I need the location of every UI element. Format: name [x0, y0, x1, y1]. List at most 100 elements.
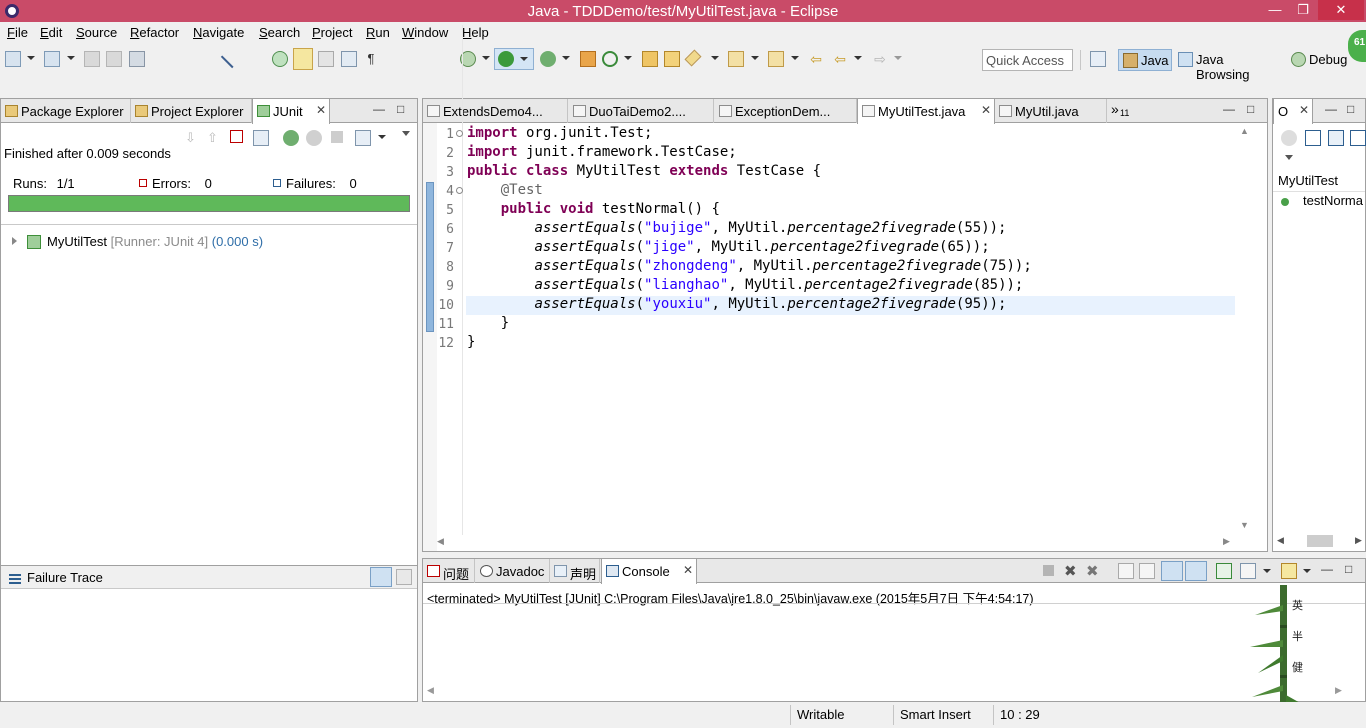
view-menu-icon[interactable]	[402, 131, 410, 136]
perspective-java-browsing[interactable]: Java Browsing	[1174, 49, 1284, 82]
remove-all-terminated-icon[interactable]: ✖	[1086, 562, 1102, 580]
menu-navigate[interactable]: Navigate	[193, 25, 244, 40]
code-line[interactable]: import org.junit.Test;	[467, 125, 652, 141]
menu-help[interactable]: Help	[462, 25, 489, 40]
outline-menu-icon[interactable]	[1285, 155, 1293, 160]
code-line[interactable]: assertEquals("bujige", MyUtil.percentage…	[467, 220, 1006, 236]
next-annotation-dropdown-icon[interactable]	[751, 56, 759, 60]
tab-myutil[interactable]: MyUtil.java	[995, 99, 1107, 123]
scroll-lock-icon[interactable]	[1139, 563, 1155, 579]
previous-failure-icon[interactable]: ⇧	[207, 130, 223, 146]
filter-stack-trace-icon[interactable]	[370, 567, 392, 587]
minimize-button[interactable]: —	[1262, 0, 1288, 20]
new-project-dropdown-icon[interactable]	[67, 56, 75, 60]
stop-test-icon[interactable]	[331, 131, 343, 143]
minimize-console-icon[interactable]: —	[1321, 562, 1333, 576]
minimize-outline-icon[interactable]: —	[1325, 102, 1337, 116]
close-button[interactable]: ✕	[1318, 0, 1364, 20]
scroll-up-icon[interactable]: ▲	[1240, 126, 1249, 136]
display-console-dropdown-icon[interactable]	[1263, 569, 1271, 573]
scroll-left-icon[interactable]: ◀	[437, 536, 444, 547]
open-console-dropdown-icon[interactable]	[1303, 569, 1311, 573]
editor-horizontal-scrollbar[interactable]: ◀ ▶	[437, 536, 1237, 550]
close-icon[interactable]: ✕	[1299, 103, 1309, 117]
remove-launch-icon[interactable]: ✖	[1064, 562, 1080, 580]
new-dropdown-icon[interactable]	[27, 56, 35, 60]
save-all-icon[interactable]	[106, 51, 122, 67]
code-line[interactable]: assertEquals("zhongdeng", MyUtil.percent…	[467, 258, 1031, 274]
perspective-debug[interactable]: Debug	[1287, 49, 1353, 71]
open-console-icon[interactable]	[1281, 563, 1297, 579]
hide-non-public-icon[interactable]	[1350, 130, 1366, 146]
test-run-history-icon[interactable]	[355, 130, 371, 146]
debug-dropdown-icon[interactable]	[482, 56, 490, 60]
scroll-down-icon[interactable]: ▼	[1240, 520, 1249, 530]
tab-junit[interactable]: JUnit ✕	[252, 99, 330, 124]
show-on-stdout-icon[interactable]	[1161, 561, 1183, 581]
prev-annotation-icon[interactable]	[768, 51, 784, 67]
tab-declaration[interactable]: 声明	[550, 559, 600, 583]
menu-file[interactable]: File	[7, 25, 28, 40]
show-failures-only-icon[interactable]	[230, 130, 243, 143]
menu-project[interactable]: Project	[312, 25, 352, 40]
outline-scroll-thumb[interactable]	[1307, 535, 1333, 547]
print-icon[interactable]	[129, 51, 145, 67]
tab-exceptiondemo[interactable]: ExceptionDem...	[715, 99, 857, 123]
more-tabs-icon[interactable]: »	[1111, 101, 1119, 117]
mark-occurrences-icon[interactable]	[293, 48, 313, 70]
tab-project-explorer[interactable]: Project Explorer	[131, 99, 252, 123]
next-annotation-icon[interactable]	[728, 51, 744, 67]
menu-search[interactable]: Search	[259, 25, 300, 40]
show-whitespace-icon[interactable]	[341, 51, 357, 67]
close-icon[interactable]: ✕	[683, 563, 693, 577]
next-failure-icon[interactable]: ⇩	[185, 130, 201, 146]
search-tool-icon[interactable]	[684, 49, 702, 67]
maximize-outline-icon[interactable]: □	[1347, 102, 1354, 116]
tab-problems[interactable]: 问题	[423, 559, 475, 583]
coverage-dropdown-icon[interactable]	[562, 56, 570, 60]
tab-outline[interactable]: O ✕	[1273, 99, 1313, 124]
code-line[interactable]: public class MyUtilTest extends TestCase…	[467, 163, 821, 179]
tab-package-explorer[interactable]: Package Explorer	[1, 99, 131, 123]
code-line[interactable]: }	[467, 334, 475, 350]
scroll-right-icon[interactable]: ▶	[1355, 535, 1362, 546]
back-icon[interactable]: ⇦	[832, 51, 848, 67]
new-icon[interactable]	[5, 51, 21, 67]
pin-console-icon[interactable]	[1216, 563, 1232, 579]
new-project-icon[interactable]	[44, 51, 60, 67]
close-icon[interactable]: ✕	[316, 103, 326, 117]
code-line[interactable]: @Test	[467, 182, 543, 198]
tab-javadoc[interactable]: Javadoc	[476, 559, 550, 583]
search-dropdown-icon[interactable]	[711, 56, 719, 60]
tab-myutiltest[interactable]: MyUtilTest.java ✕	[857, 99, 995, 124]
open-folder-icon[interactable]	[664, 51, 680, 67]
scroll-right-icon[interactable]: ▶	[1223, 536, 1230, 547]
forward-icon[interactable]: ⇨	[872, 51, 888, 67]
open-type-icon[interactable]	[272, 51, 288, 67]
scroll-left-icon[interactable]: ◀	[1277, 535, 1284, 546]
code-line[interactable]: assertEquals("jige", MyUtil.percentage2f…	[467, 239, 989, 255]
scroll-right-icon[interactable]: ▶	[1335, 685, 1342, 696]
fold-icon[interactable]	[456, 130, 463, 137]
last-edit-icon[interactable]: ⇦	[808, 51, 824, 67]
tab-duotaidemo2[interactable]: DuoTaiDemo2....	[569, 99, 714, 123]
pilcrow-icon[interactable]: ¶	[363, 51, 379, 67]
code-line[interactable]: assertEquals("lianghao", MyUtil.percenta…	[467, 277, 1023, 293]
test-tree-item[interactable]: MyUtilTest [Runner: JUnit 4] (0.000 s)	[47, 234, 263, 249]
scroll-lock-icon[interactable]	[253, 130, 269, 146]
code-line[interactable]: }	[467, 315, 509, 331]
code-line[interactable]: assertEquals("youxiu", MyUtil.percentage…	[467, 296, 1006, 312]
tab-extendsdemo4[interactable]: ExtendsDemo4...	[423, 99, 568, 123]
open-perspective-icon[interactable]	[1090, 51, 1106, 67]
minimize-view-icon[interactable]: —	[373, 102, 385, 116]
minimize-editor-icon[interactable]: —	[1223, 102, 1235, 116]
rerun-test-icon[interactable]	[283, 130, 299, 146]
expand-icon[interactable]	[12, 237, 17, 245]
menu-window[interactable]: Window	[402, 25, 448, 40]
perspective-java[interactable]: Java	[1118, 49, 1172, 71]
scroll-left-icon[interactable]: ◀	[427, 685, 434, 696]
back-dropdown-icon[interactable]	[854, 56, 862, 60]
new-class-dropdown-icon[interactable]	[624, 56, 632, 60]
code-line[interactable]: public void testNormal() {	[467, 201, 720, 217]
run-button[interactable]	[494, 48, 534, 70]
